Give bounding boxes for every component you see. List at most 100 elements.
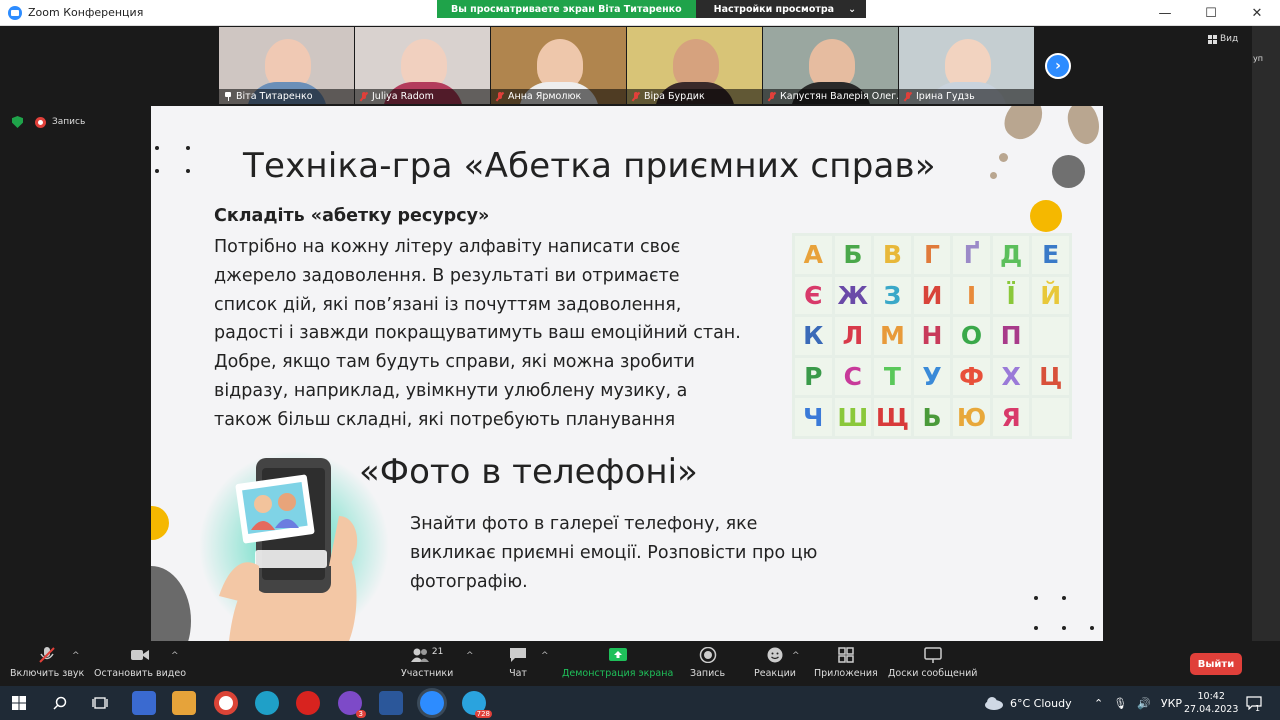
shared-slide: Техніка-гра «Абетка приємних справ» Скла… bbox=[151, 106, 1103, 641]
photo-text-line: фотографію. bbox=[410, 571, 528, 592]
zoom-window: Zoom Конференция — ☐ ✕ Вы просматриваете… bbox=[0, 0, 1280, 720]
slide-body-text: Потрібно на кожну літеру алфавіту написа… bbox=[214, 233, 794, 435]
alphabet-grid-image: АБВГҐДЕ ЄЖЗИІЇЙ КЛМНОП РСТУФХЦ ЧШЩЬЮЯ bbox=[792, 233, 1072, 439]
alphabet-letter: М bbox=[874, 317, 911, 355]
chat-label: Чат bbox=[509, 668, 527, 679]
chat-options-caret[interactable]: ^ bbox=[541, 651, 549, 661]
tray-expand-icon[interactable]: ⌃ bbox=[1094, 697, 1103, 710]
view-options-button[interactable]: Настройки просмотра ⌄ bbox=[695, 0, 867, 18]
shield-icon[interactable] bbox=[12, 116, 23, 128]
participants-button[interactable]: 21 Участники bbox=[401, 647, 453, 679]
viewing-screen-label: Вы просматриваете экран Віта Титаренко bbox=[437, 0, 696, 18]
maximize-button[interactable]: ☐ bbox=[1188, 0, 1234, 26]
apps-icon bbox=[838, 647, 854, 663]
audio-options-caret[interactable]: ^ bbox=[72, 651, 80, 661]
participant-video-tile[interactable]: Капустян Валерія Олег... bbox=[763, 27, 898, 104]
telegram-badge: 728 bbox=[474, 710, 492, 718]
unmute-label: Включить звук bbox=[10, 668, 85, 679]
weather-widget[interactable]: 6°C Cloudy bbox=[984, 686, 1072, 720]
participant-name-bar: Ірина Гудзь bbox=[899, 89, 1034, 104]
taskbar-app-icon[interactable] bbox=[132, 691, 156, 715]
alphabet-letter: А bbox=[795, 236, 832, 274]
slide-body-line: Добре, якщо там будуть справи, які можна… bbox=[214, 352, 695, 373]
reactions-label: Реакции bbox=[754, 668, 796, 679]
participant-video-tile[interactable]: Juliya Radom bbox=[355, 27, 490, 104]
view-button[interactable]: Вид bbox=[1208, 34, 1238, 44]
window-title: Zoom Конференция bbox=[28, 6, 144, 19]
viber-icon[interactable]: 3 bbox=[338, 691, 366, 718]
windows-start-icon[interactable] bbox=[12, 696, 26, 710]
alphabet-letter: Х bbox=[992, 357, 1030, 396]
participant-name: Juliya Radom bbox=[372, 91, 434, 102]
share-screen-button[interactable]: Демонстрация экрана bbox=[562, 647, 673, 679]
next-participants-button[interactable]: › bbox=[1045, 53, 1071, 79]
pin-icon bbox=[224, 92, 232, 101]
edge-icon[interactable] bbox=[255, 691, 279, 715]
alphabet-letter: С bbox=[834, 357, 872, 396]
participant-video-tile[interactable]: Віра Бурдик bbox=[627, 27, 762, 104]
chrome-icon[interactable] bbox=[214, 691, 238, 715]
participants-label: Участники bbox=[401, 668, 454, 679]
viber-badge: 3 bbox=[355, 710, 366, 718]
alphabet-letter: К bbox=[795, 317, 832, 355]
leave-button[interactable]: Выйти bbox=[1190, 653, 1242, 675]
file-explorer-icon[interactable] bbox=[172, 691, 196, 715]
task-view-icon[interactable] bbox=[92, 696, 108, 710]
participants-count: 21 bbox=[431, 647, 444, 657]
volume-icon[interactable]: 🔊 bbox=[1137, 697, 1151, 710]
close-button[interactable]: ✕ bbox=[1234, 0, 1280, 26]
view-button-label: Вид bbox=[1220, 34, 1239, 44]
decor-dot-tan bbox=[999, 153, 1008, 162]
slide-body-line: відразу, наприклад, увімкнути улюблену м… bbox=[214, 380, 688, 401]
keyboard-language[interactable]: УКР bbox=[1161, 697, 1182, 710]
participant-video-tile[interactable]: Анна Ярмолюк bbox=[491, 27, 626, 104]
screen-share-banner: Вы просматриваете экран Віта Титаренко Н… bbox=[437, 0, 867, 18]
recording-indicator[interactable]: Запись bbox=[35, 116, 85, 128]
participant-name: Ірина Гудзь bbox=[916, 91, 975, 102]
apps-button[interactable]: Приложения bbox=[814, 647, 878, 679]
zoom-taskbar-icon[interactable] bbox=[420, 691, 444, 715]
participant-name: Віра Бурдик bbox=[644, 91, 705, 102]
search-icon[interactable] bbox=[53, 696, 67, 710]
record-button[interactable]: Запись bbox=[690, 647, 725, 679]
alphabet-letter bbox=[1032, 398, 1069, 436]
alphabet-letter: Ч bbox=[795, 398, 832, 436]
alphabet-letter: Р bbox=[795, 357, 832, 396]
decor-leaf-right bbox=[1061, 106, 1103, 149]
chat-button[interactable]: Чат bbox=[509, 647, 527, 679]
participants-options-caret[interactable]: ^ bbox=[466, 651, 474, 661]
video-options-caret[interactable]: ^ bbox=[171, 651, 179, 661]
record-icon bbox=[35, 116, 46, 128]
photo-section-title: «Фото в телефоні» bbox=[359, 452, 698, 492]
alphabet-letter: П bbox=[992, 317, 1030, 355]
reactions-button[interactable]: Реакции bbox=[754, 647, 796, 679]
mic-off-icon bbox=[39, 647, 55, 663]
participant-name-bar: Віта Титаренко bbox=[219, 89, 354, 104]
clock-date: 27.04.2023 bbox=[1184, 704, 1239, 715]
word-icon[interactable] bbox=[379, 691, 403, 715]
participant-name: Віта Титаренко bbox=[236, 91, 313, 102]
minimize-button[interactable]: — bbox=[1142, 0, 1188, 26]
alphabet-letter: Д bbox=[992, 236, 1030, 274]
alphabet-letter: Ж bbox=[834, 276, 872, 315]
notifications-button[interactable]: 1 bbox=[1246, 686, 1262, 720]
decor-dot-tan-small bbox=[990, 172, 997, 179]
system-tray: ⌃ 🎙 🔊 УКР bbox=[1094, 686, 1182, 720]
whiteboards-button[interactable]: Доски сообщений bbox=[888, 647, 977, 679]
alphabet-letter: З bbox=[874, 276, 911, 315]
telegram-icon[interactable]: 728 bbox=[462, 691, 492, 718]
chevron-down-icon: ⌄ bbox=[848, 3, 857, 15]
alphabet-letter: Ґ bbox=[953, 236, 990, 274]
reactions-options-caret[interactable]: ^ bbox=[792, 651, 800, 661]
clock[interactable]: 10:42 27.04.2023 bbox=[1184, 686, 1238, 720]
decor-leaf-left bbox=[997, 106, 1051, 146]
participant-name-bar: Віра Бурдик bbox=[627, 89, 762, 104]
alphabet-letter: Б bbox=[834, 236, 872, 274]
decor-half-circle-yellow bbox=[151, 506, 169, 540]
participant-video-tile[interactable]: Віта Титаренко bbox=[219, 27, 354, 104]
microphone-icon[interactable]: 🎙 bbox=[1113, 697, 1127, 710]
opera-icon[interactable] bbox=[296, 691, 320, 715]
participant-video-tile[interactable]: Ірина Гудзь bbox=[899, 27, 1034, 104]
alphabet-letter: Е bbox=[1032, 236, 1069, 274]
participant-name-bar: Juliya Radom bbox=[355, 89, 490, 104]
